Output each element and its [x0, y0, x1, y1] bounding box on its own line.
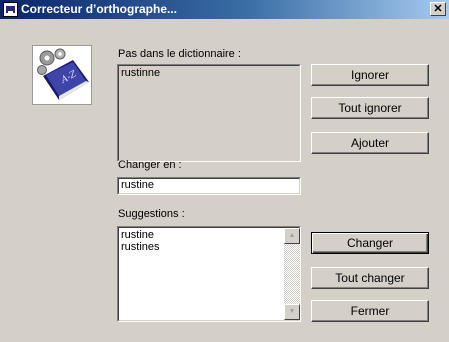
- title-bar[interactable]: Correcteur d’orthographe... ✕: [0, 0, 449, 19]
- suggestions-label: Suggestions :: [118, 208, 185, 220]
- change-to-label: Changer en :: [118, 159, 182, 171]
- suggestion-item[interactable]: rustine: [121, 229, 154, 241]
- app-icon: [3, 2, 18, 17]
- arrow-up-icon: ▲: [288, 232, 296, 239]
- spellcheck-logo: A-Z: [32, 45, 92, 105]
- scroll-down-button[interactable]: ▼: [284, 304, 300, 320]
- not-in-dictionary-box: rustinne: [117, 64, 301, 162]
- suggestion-item[interactable]: rustines: [121, 241, 160, 253]
- book-gears-icon: A-Z: [37, 48, 89, 100]
- arrow-down-icon: ▼: [288, 308, 296, 315]
- suggestions-scrollbar[interactable]: ▲ ▼: [284, 228, 300, 320]
- scroll-up-button[interactable]: ▲: [284, 228, 300, 244]
- close-icon: ✕: [433, 3, 443, 15]
- ignore-button[interactable]: Ignorer: [311, 64, 429, 86]
- close-window-button[interactable]: ✕: [430, 2, 446, 16]
- not-in-dictionary-label: Pas dans le dictionnaire :: [118, 48, 241, 60]
- change-all-button[interactable]: Tout changer: [311, 267, 429, 289]
- misspelled-word: rustinne: [121, 67, 161, 79]
- window-title: Correcteur d’orthographe...: [21, 2, 178, 16]
- suggestions-list[interactable]: rustine rustines: [117, 226, 301, 322]
- ignore-all-button[interactable]: Tout ignorer: [311, 97, 429, 119]
- close-button[interactable]: Fermer: [311, 300, 429, 322]
- add-button[interactable]: Ajouter: [311, 132, 429, 154]
- change-button[interactable]: Changer: [311, 232, 429, 254]
- change-to-value: rustine: [121, 179, 155, 191]
- change-to-input[interactable]: rustine: [117, 177, 301, 195]
